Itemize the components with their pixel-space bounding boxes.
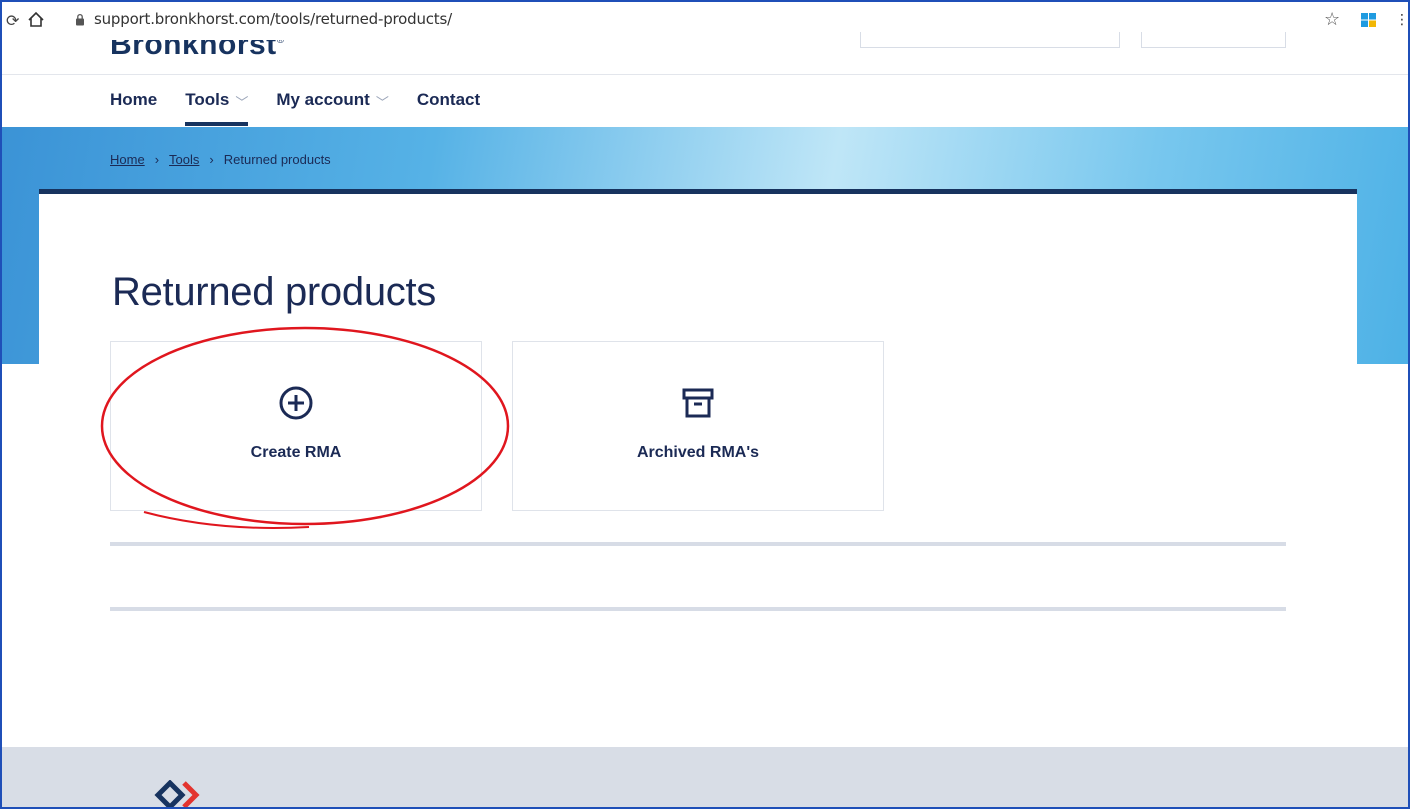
windows-icon[interactable] — [1361, 13, 1376, 27]
main-nav: Home Tools ﹀ My account ﹀ Contact — [110, 90, 480, 126]
breadcrumb-separator: › — [209, 152, 214, 167]
browser-window: ⟳ support.bronkhorst.com/tools/returned-… — [0, 0, 1410, 809]
breadcrumb-current: Returned products — [223, 152, 331, 167]
archive-box-icon — [682, 388, 714, 418]
create-rma-tile[interactable]: Create RMA — [110, 341, 482, 511]
nav-tools-label: Tools — [185, 90, 230, 109]
bronkhorst-logo-icon — [154, 780, 200, 807]
extension-icon[interactable]: ⋮ — [1395, 11, 1408, 28]
section-divider — [110, 542, 1286, 546]
breadcrumb-separator: › — [154, 152, 160, 167]
nav-item-contact[interactable]: Contact — [417, 90, 480, 124]
breadcrumb-home[interactable]: Home — [110, 152, 145, 167]
nav-item-home[interactable]: Home — [110, 90, 157, 124]
page-title: Returned products — [112, 270, 436, 314]
nav-contact-label: Contact — [416, 90, 481, 109]
archived-rmas-tile[interactable]: Archived RMA's — [512, 341, 884, 511]
reload-icon[interactable]: ⟳ — [6, 11, 19, 31]
archived-rmas-label: Archived RMA's — [636, 444, 760, 461]
chevron-down-icon: ﹀ — [375, 95, 389, 110]
header-language-field[interactable] — [1141, 32, 1286, 48]
nav-item-tools[interactable]: Tools ﹀ — [185, 90, 249, 126]
create-rma-label: Create RMA — [250, 444, 342, 461]
nav-item-my-account[interactable]: My account ﹀ — [276, 90, 389, 124]
address-bar[interactable]: support.bronkhorst.com/tools/returned-pr… — [94, 10, 452, 28]
site-footer — [2, 747, 1408, 807]
nav-home-label: Home — [110, 90, 158, 109]
home-icon[interactable] — [26, 10, 46, 30]
breadcrumb-tools[interactable]: Tools — [169, 152, 199, 167]
section-divider — [110, 607, 1286, 611]
breadcrumb: Home › Tools › Returned products — [110, 152, 331, 167]
lock-icon[interactable] — [75, 13, 85, 26]
header-divider — [2, 74, 1408, 75]
header-search-field[interactable] — [860, 32, 1120, 48]
plus-circle-icon — [279, 386, 313, 420]
nav-my-account-label: My account — [276, 90, 370, 109]
bookmark-star-icon[interactable]: ☆ — [1324, 9, 1340, 30]
chevron-down-icon: ﹀ — [235, 95, 249, 110]
